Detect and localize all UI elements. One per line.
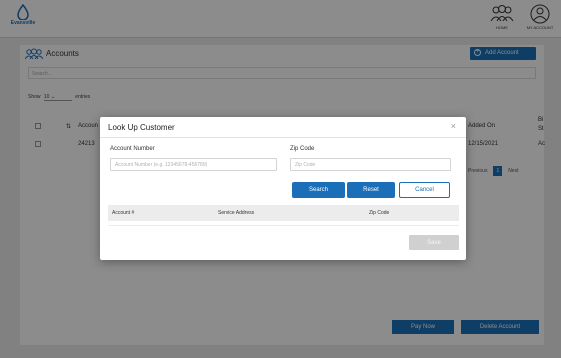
- cancel-button[interactable]: Cancel: [399, 182, 450, 198]
- reset-button[interactable]: Reset: [347, 182, 395, 198]
- zip-code-field[interactable]: [290, 158, 451, 171]
- close-icon[interactable]: ×: [451, 121, 456, 131]
- results-table-body: [108, 221, 459, 226]
- results-table-header: Account # Service Address Zip Code: [108, 205, 459, 221]
- dialog-title: Look Up Customer: [108, 123, 175, 132]
- results-column-account: Account #: [112, 210, 135, 216]
- look-up-customer-dialog: Look Up Customer × Account Number Zip Co…: [100, 117, 466, 260]
- results-column-zip-code: Zip Code: [369, 210, 390, 216]
- results-column-service-address: Service Address: [218, 210, 255, 216]
- save-button[interactable]: Save: [409, 235, 459, 250]
- account-number-label: Account Number: [110, 146, 155, 152]
- zip-code-label: Zip Code: [290, 146, 315, 152]
- account-number-field[interactable]: [110, 158, 277, 171]
- dialog-divider: [100, 137, 466, 138]
- search-button[interactable]: Search: [292, 182, 345, 198]
